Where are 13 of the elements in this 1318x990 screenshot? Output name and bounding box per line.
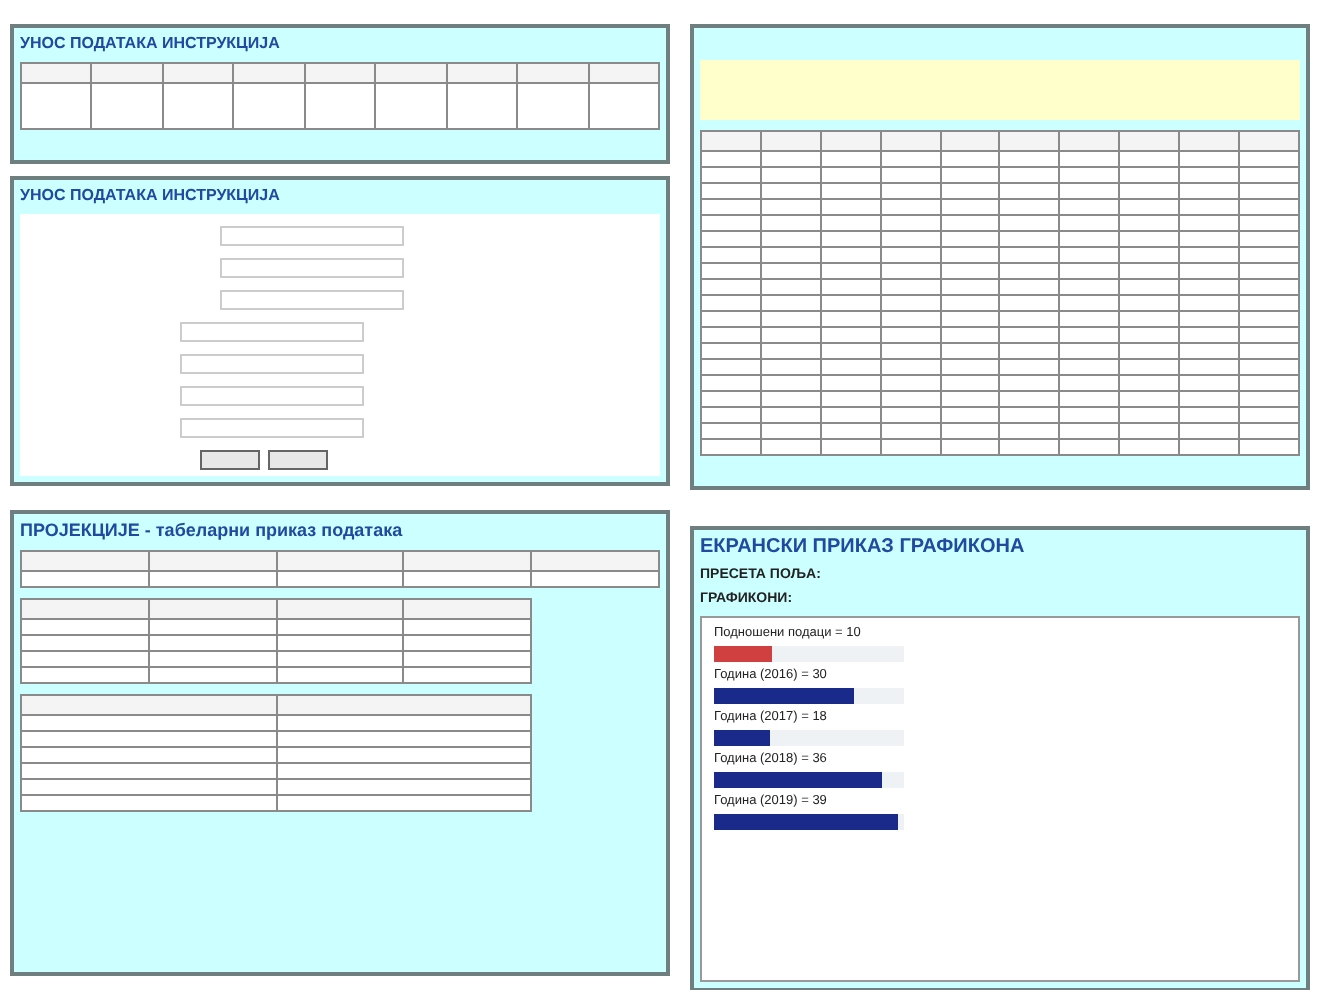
input-field[interactable] [180,354,364,374]
panel-title: УНОС ПОДАТАКА ИНСТРУКЦИЈА [20,186,282,204]
button[interactable] [200,450,260,470]
input-field[interactable] [180,418,364,438]
input-field[interactable] [180,322,364,342]
button[interactable] [268,450,328,470]
input-field[interactable] [220,258,404,278]
input-field[interactable] [220,290,404,310]
panel-title: ЕКРАНСКИ ПРИКАЗ ГРАФИКОНА [700,536,1027,558]
panel-title: УНОС ПОДАТАКА ИНСТРУКЦИЈА [20,34,282,52]
input-field[interactable] [180,386,364,406]
panel-title: ПРОЈЕКЦИЈЕ - табеларни приказ података [20,520,405,540]
input-field[interactable] [220,226,404,246]
